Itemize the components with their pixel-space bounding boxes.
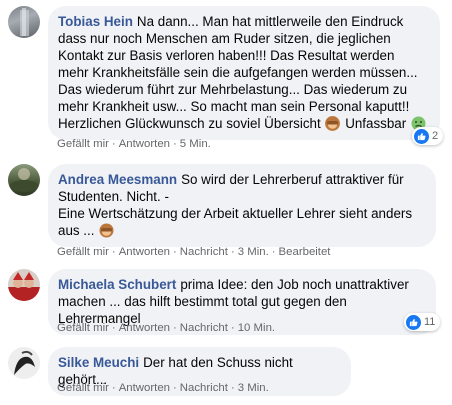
message-button[interactable]: Nachricht: [180, 246, 228, 258]
like-button[interactable]: Gefällt mir: [57, 246, 109, 258]
reply-button[interactable]: Antworten: [119, 138, 170, 150]
reply-button[interactable]: Antworten: [119, 246, 170, 258]
reply-button[interactable]: Antworten: [119, 322, 170, 334]
profile-photo-icon: [8, 272, 40, 301]
see-no-evil-monkey-icon: [325, 116, 341, 131]
comment-text-tail: Unfassbar: [345, 116, 407, 131]
comment-author[interactable]: Silke Meuchi: [58, 355, 139, 370]
comment-actions: Gefällt mir · Antworten · Nachricht · 3 Min. · B…: [57, 246, 331, 258]
timestamp-link[interactable]: 5 Min.: [180, 138, 211, 150]
timestamp-link[interactable]: 3 Min.: [238, 246, 269, 258]
reaction-count: 2: [432, 130, 439, 142]
avatar[interactable]: [8, 269, 40, 301]
like-button[interactable]: Gefällt mir: [57, 382, 109, 394]
comment-actions: Gefällt mir · Antworten · Nachricht · 3 Min.: [57, 382, 269, 394]
message-button[interactable]: Nachricht: [180, 322, 228, 334]
reaction-count: 11: [424, 316, 436, 328]
comment-author[interactable]: Tobias Hein: [58, 14, 133, 29]
like-button[interactable]: Gefällt mir: [57, 138, 109, 150]
reaction-summary[interactable]: 2: [412, 127, 444, 145]
comment-actions: Gefällt mir · Antworten · 5 Min.: [57, 138, 211, 150]
see-no-evil-monkey-icon: [99, 223, 114, 238]
like-icon: [414, 128, 429, 144]
profile-photo-icon: [20, 8, 29, 36]
profile-photo-icon: [10, 168, 38, 192]
reaction-summary[interactable]: 11: [404, 313, 441, 331]
avatar[interactable]: [8, 347, 40, 379]
avatar[interactable]: [8, 6, 40, 38]
like-icon: [406, 314, 421, 330]
edited-label[interactable]: Bearbeitet: [279, 246, 331, 258]
comment-author[interactable]: Andrea Meesmann: [58, 172, 177, 187]
reply-button[interactable]: Antworten: [119, 382, 170, 394]
timestamp-link[interactable]: 3 Min.: [238, 382, 269, 394]
comment-author[interactable]: Michaela Schubert: [58, 277, 176, 292]
message-button[interactable]: Nachricht: [180, 382, 228, 394]
timestamp-link[interactable]: 10 Min.: [238, 322, 275, 334]
comment-text: Na dann... Man hat mittlerweile den Eind…: [58, 14, 418, 131]
comment-bubble: Andrea Meesmann So wird der Lehrerberuf a…: [48, 164, 436, 247]
comment-actions: Gefällt mir · Antworten · Nachricht · 10 Min.: [57, 322, 276, 334]
like-button[interactable]: Gefällt mir: [57, 322, 109, 334]
profile-photo-icon: [14, 350, 35, 375]
comment-bubble: Tobias Hein Na dann... Man hat mittlerwei…: [48, 6, 440, 140]
avatar[interactable]: [8, 164, 40, 196]
